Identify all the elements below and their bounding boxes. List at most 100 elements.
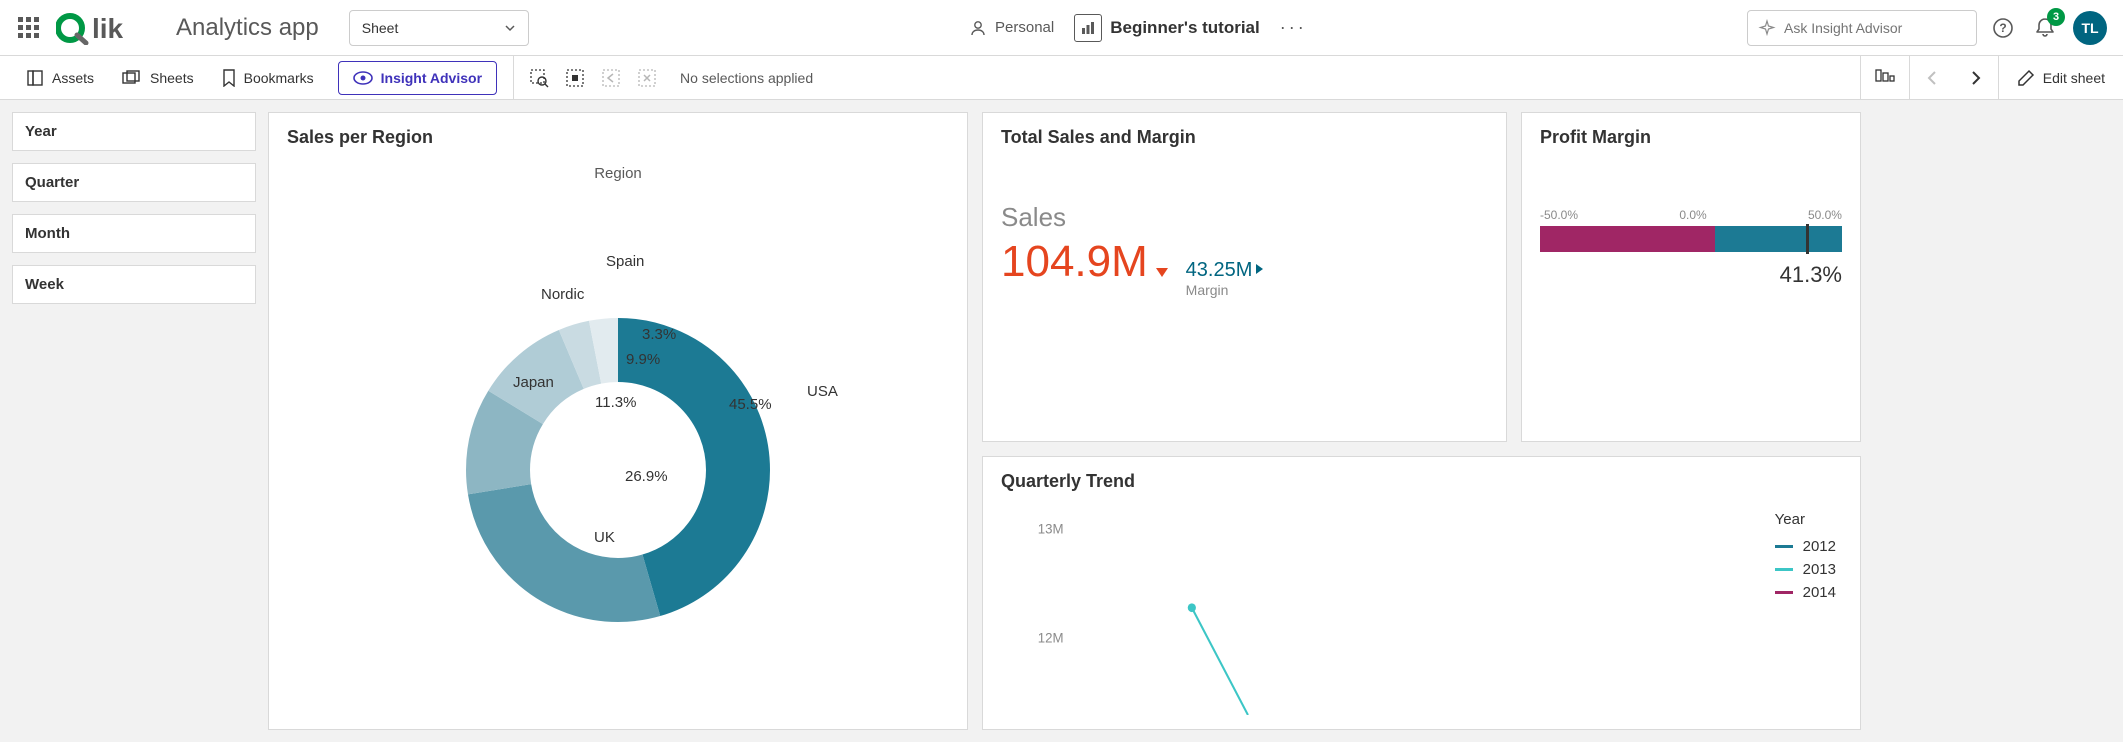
assets-icon	[26, 69, 44, 87]
filter-month[interactable]: Month	[12, 214, 256, 253]
avatar[interactable]: TL	[2073, 11, 2107, 45]
svg-text:13M: 13M	[1038, 521, 1064, 537]
donut-label-usa: USA	[807, 383, 838, 400]
bookmark-icon	[222, 69, 236, 87]
app-icon	[1074, 14, 1102, 42]
insight-search[interactable]	[1747, 10, 1977, 46]
sparkle-icon	[1758, 19, 1776, 37]
separator	[513, 56, 514, 99]
filter-quarter[interactable]: Quarter	[12, 163, 256, 202]
smart-search-icon[interactable]	[528, 67, 550, 89]
toolbar: Assets Sheets Bookmarks Insight Advisor …	[0, 56, 2123, 100]
filter-pane: Year Quarter Month Week	[12, 112, 256, 730]
donut-label-nordic: Nordic	[541, 286, 584, 303]
filter-week[interactable]: Week	[12, 265, 256, 304]
donut-chart	[448, 300, 788, 640]
edit-sheet-button[interactable]: Edit sheet	[1998, 56, 2123, 99]
gauge-title: Profit Margin	[1540, 127, 1842, 148]
space-selector[interactable]: Personal	[969, 19, 1054, 37]
donut-pct-uk: 26.9%	[625, 468, 668, 485]
gauge-min: -50.0%	[1540, 208, 1578, 222]
person-icon	[969, 19, 987, 37]
gauge-value: 41.3%	[1540, 262, 1842, 288]
step-back-icon	[600, 67, 622, 89]
toolbar-right: Edit sheet	[1860, 56, 2123, 99]
assets-button[interactable]: Assets	[12, 56, 108, 99]
donut-pct-japan: 11.3%	[595, 394, 636, 411]
gauge-max: 50.0%	[1808, 208, 1842, 222]
legend-2012[interactable]: 2012	[1775, 538, 1836, 555]
sales-per-region-card[interactable]: Sales per Region Region USA 45.5	[268, 112, 968, 730]
app-name: Analytics app	[176, 14, 319, 42]
more-menu[interactable]: ···	[1280, 17, 1307, 38]
no-selections-label: No selections applied	[680, 70, 813, 86]
selection-tools: No selections applied	[520, 67, 821, 89]
donut-title: Sales per Region	[287, 127, 949, 148]
notifications-button[interactable]: 3	[2031, 14, 2059, 42]
sheet-body: Year Quarter Month Week Sales per Region…	[0, 100, 2123, 742]
pencil-icon	[2017, 69, 2035, 87]
hub-title: Beginner's tutorial	[1110, 18, 1260, 38]
gauge-pointer	[1806, 224, 1809, 254]
kpi-delta: 43.25M	[1186, 259, 1253, 281]
svg-text:lik: lik	[92, 13, 124, 44]
kpi-metric-label: Sales	[1001, 202, 1488, 233]
kpi-title: Total Sales and Margin	[1001, 127, 1488, 148]
donut-pct-usa: 45.5%	[729, 396, 772, 413]
donut-pct-nordic: 9.9%	[626, 351, 660, 368]
insight-search-input[interactable]	[1784, 20, 1966, 36]
dashboard-grid: Sales per Region Region USA 45.5	[268, 112, 2111, 730]
trend-legend-title: Year	[1775, 511, 1836, 528]
sheet-dropdown-label: Sheet	[362, 20, 399, 36]
space-label: Personal	[995, 19, 1054, 36]
bookmarks-button[interactable]: Bookmarks	[208, 56, 328, 99]
next-sheet-button[interactable]	[1954, 56, 1998, 99]
prev-sheet-button	[1910, 56, 1954, 99]
sheets-button[interactable]: Sheets	[108, 56, 208, 99]
assets-label: Assets	[52, 70, 94, 86]
insight-advisor-label: Insight Advisor	[381, 70, 482, 86]
trend-right-icon	[1256, 264, 1263, 274]
donut-pct-spain: 3.3%	[642, 326, 676, 343]
kpi-value: 104.9M	[1001, 237, 1148, 286]
trend-legend: Year 2012 2013 2014	[1775, 511, 1836, 607]
topbar-right: ? 3 TL	[1989, 11, 2107, 45]
trend-chart: 13M 12M	[1003, 507, 1840, 715]
sheet-grid-button[interactable]	[1860, 56, 1909, 99]
quarterly-trend-card[interactable]: Quarterly Trend 13M 12M Year 2012 2013 2…	[982, 456, 1861, 730]
clear-selections-icon	[636, 67, 658, 89]
hub-link[interactable]: Beginner's tutorial	[1074, 14, 1260, 42]
trend-title: Quarterly Trend	[1001, 471, 1842, 492]
kpi-delta-label: Margin	[1186, 282, 1229, 298]
legend-2013[interactable]: 2013	[1775, 561, 1836, 578]
gauge-bar	[1540, 226, 1842, 252]
toolbar-left: Assets Sheets Bookmarks Insight Advisor …	[0, 56, 821, 99]
sheet-nav	[1909, 56, 1998, 99]
donut-label-spain: Spain	[606, 253, 644, 270]
donut-label-japan: Japan	[513, 374, 554, 391]
legend-2014[interactable]: 2014	[1775, 584, 1836, 601]
topbar-center: Personal Beginner's tutorial ···	[541, 14, 1735, 42]
trend-down-icon	[1156, 268, 1168, 277]
total-sales-margin-card[interactable]: Total Sales and Margin Sales 104.9M 43.2…	[982, 112, 1507, 442]
filter-year[interactable]: Year	[12, 112, 256, 151]
profit-margin-card[interactable]: Profit Margin -50.0% 0.0% 50.0% 41.3%	[1521, 112, 1861, 442]
donut-legend-title: Region	[594, 165, 642, 182]
gauge-mid: 0.0%	[1679, 208, 1706, 222]
edit-sheet-label: Edit sheet	[2043, 70, 2105, 86]
topbar: lik Analytics app Sheet Personal Beginne…	[0, 0, 2123, 56]
insight-icon	[353, 70, 373, 86]
app-launcher-icon[interactable]	[16, 16, 40, 40]
chevron-down-icon	[504, 22, 516, 34]
svg-text:12M: 12M	[1038, 630, 1064, 646]
insight-advisor-button[interactable]: Insight Advisor	[338, 61, 497, 95]
grid-icon	[1875, 69, 1895, 87]
sheets-icon	[122, 70, 142, 86]
donut-label-uk: UK	[594, 529, 615, 546]
sheets-label: Sheets	[150, 70, 194, 86]
qlik-logo[interactable]: lik	[56, 11, 150, 45]
svg-text:?: ?	[1999, 21, 2006, 35]
sheet-dropdown[interactable]: Sheet	[349, 10, 529, 46]
selections-tool-icon[interactable]	[564, 67, 586, 89]
help-icon[interactable]: ?	[1989, 14, 2017, 42]
